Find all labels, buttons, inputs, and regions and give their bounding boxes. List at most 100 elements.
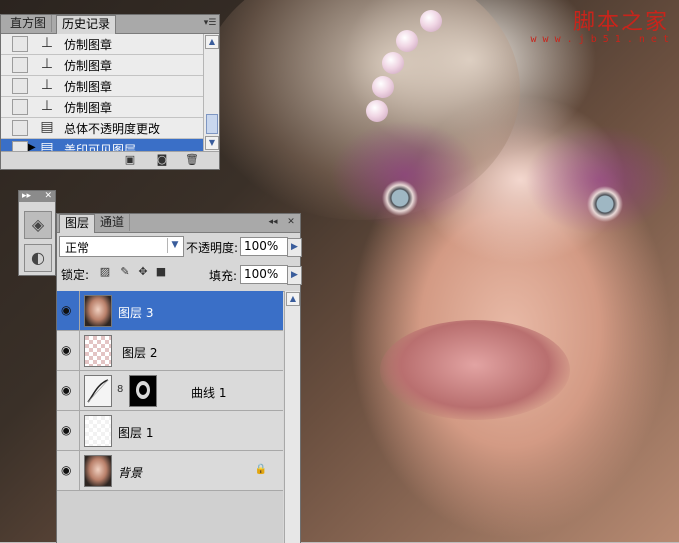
mini-panel-dock: ▸▸ ✕ ◈ ◐ — [18, 190, 56, 276]
left-eye — [365, 180, 435, 216]
snapshot-checkbox[interactable] — [12, 36, 28, 52]
lock-label: 锁定: — [61, 268, 90, 282]
layer-thumbnail — [84, 335, 112, 367]
chevron-down-icon[interactable]: ▼ — [167, 238, 182, 253]
document-icon: ▤ — [40, 119, 54, 135]
history-list: ⊥ 仿制图章 ⊥ 仿制图章 ⊥ 仿制图章 ⊥ 仿制图章 ▤ 总体不透明度更改 ▶… — [1, 34, 204, 151]
close-icon[interactable]: ✕ — [44, 191, 52, 202]
history-item[interactable]: ⊥ 仿制图章 — [1, 34, 204, 55]
layers-panel: 图层 通道 ◂◂ ✕ 正常 ▼ 不透明度: 100% ▶ 锁定: ▨ ✎ ✥ ■… — [56, 213, 302, 543]
history-item[interactable]: ⊥ 仿制图章 — [1, 76, 204, 97]
history-item-label: 仿制图章 — [64, 59, 113, 73]
layer-row[interactable]: ◉ 8 曲线 1 — [57, 371, 283, 411]
fill-label: 填充: — [209, 269, 238, 283]
snapshot-checkbox[interactable] — [12, 120, 28, 136]
close-icon[interactable]: ✕ — [284, 217, 298, 228]
history-item-label: 仿制图章 — [64, 101, 113, 115]
watermark-title: 脚本之家 — [572, 10, 669, 35]
visibility-toggle[interactable]: ◉ — [57, 371, 80, 410]
tab-channels[interactable]: 通道 — [95, 214, 131, 231]
history-scrollbar[interactable]: ▲ ▼ — [203, 34, 219, 151]
visibility-toggle[interactable]: ◉ — [57, 331, 80, 370]
lock-all-icon[interactable]: ■ — [155, 266, 167, 278]
layer-row[interactable]: ◉ 背景 🔒 — [57, 451, 283, 491]
layer-row[interactable]: ◉ 图层 2 — [57, 331, 283, 371]
fill-field[interactable]: 100% ▶ — [240, 265, 302, 285]
delete-icon[interactable]: 🗑 — [185, 154, 199, 166]
history-item-selected[interactable]: ▶ ▤ 盖印可见图层 — [1, 139, 204, 151]
tab-histogram[interactable]: 直方图 — [5, 15, 53, 32]
layer-options: 正常 ▼ 不透明度: 100% ▶ 锁定: ▨ ✎ ✥ ■ 填充: 100% ▶ — [57, 233, 302, 292]
right-eye — [570, 186, 640, 222]
scroll-thumb[interactable] — [206, 114, 218, 134]
history-panel: 直方图 历史记录 ▾☰ ⊥ 仿制图章 ⊥ 仿制图章 ⊥ 仿制图章 ⊥ 仿制图章 … — [0, 14, 220, 170]
scroll-up-icon[interactable]: ▲ — [286, 292, 300, 306]
mini-panel-header: ▸▸ ✕ — [19, 191, 55, 202]
snapshot-checkbox[interactable] — [12, 78, 28, 94]
link-chain-icon[interactable]: 8 — [117, 384, 123, 395]
hair-bead — [420, 10, 442, 32]
layer-mask-thumbnail[interactable] — [129, 375, 157, 407]
layer-thumbnail — [84, 295, 112, 327]
visibility-toggle[interactable]: ◉ — [57, 451, 80, 490]
layer-name[interactable]: 图层 2 — [122, 344, 157, 361]
lock-icon: 🔒 — [254, 464, 267, 475]
lock-position-move-icon[interactable]: ✥ — [137, 266, 149, 278]
fill-value: 100% — [244, 267, 279, 281]
new-document-from-state-icon[interactable]: ▣ — [123, 154, 137, 166]
opacity-slider-arrow-icon[interactable]: ▶ — [287, 238, 302, 257]
history-item[interactable]: ⊥ 仿制图章 — [1, 55, 204, 76]
layer-thumbnail — [84, 415, 112, 447]
blend-mode-select[interactable]: 正常 ▼ — [59, 236, 184, 257]
history-item[interactable]: ⊥ 仿制图章 — [1, 97, 204, 118]
eye-icon: ◉ — [61, 343, 72, 357]
eye-icon: ◉ — [61, 423, 72, 437]
snapshot-checkbox[interactable] — [12, 141, 28, 151]
eye-icon: ◉ — [61, 383, 72, 397]
layer-name[interactable]: 背景 — [118, 464, 142, 481]
opacity-label: 不透明度: — [186, 241, 239, 255]
snapshot-checkbox[interactable] — [12, 99, 28, 115]
scroll-down-icon[interactable]: ▼ — [205, 136, 219, 150]
history-item-label: 仿制图章 — [64, 80, 113, 94]
clone-stamp-icon: ⊥ — [40, 35, 54, 51]
visibility-toggle[interactable]: ◉ — [57, 291, 80, 330]
history-state-arrow-icon: ▶ — [28, 142, 36, 151]
layer-row[interactable]: ◉ 图层 1 — [57, 411, 283, 451]
lips — [380, 320, 570, 420]
snapshot-checkbox[interactable] — [12, 57, 28, 73]
lock-transparent-icon[interactable]: ▨ — [99, 266, 111, 278]
layer-list: ◉ 图层 3 ◉ 图层 2 ◉ 8 曲线 1 ◉ 图层 1 ◉ 背景 🔒 — [57, 291, 283, 543]
scroll-up-icon[interactable]: ▲ — [205, 35, 219, 49]
panel-menu-icon[interactable]: ▾☰ — [203, 18, 217, 29]
history-item[interactable]: ▤ 总体不透明度更改 — [1, 118, 204, 139]
channels-panel-icon[interactable]: ◐ — [24, 244, 52, 272]
clone-stamp-icon: ⊥ — [40, 77, 54, 93]
eye-icon: ◉ — [61, 303, 72, 317]
layers-scrollbar[interactable]: ▲ — [284, 291, 300, 543]
collapse-icon[interactable]: ◂◂ — [266, 217, 280, 228]
blend-mode-value: 正常 — [65, 241, 90, 255]
layer-name[interactable]: 图层 1 — [118, 424, 153, 441]
layer-name[interactable]: 曲线 1 — [191, 384, 226, 401]
opacity-field[interactable]: 100% ▶ — [240, 237, 302, 257]
fill-slider-arrow-icon[interactable]: ▶ — [287, 266, 302, 285]
visibility-toggle[interactable]: ◉ — [57, 411, 80, 450]
hair-bead — [366, 100, 388, 122]
tab-history[interactable]: 历史记录 — [56, 15, 117, 34]
history-item-label: 盖印可见图层 — [64, 143, 137, 151]
layers-panel-icon[interactable]: ◈ — [24, 211, 52, 239]
clone-stamp-icon: ⊥ — [40, 98, 54, 114]
history-tabbar: 直方图 历史记录 ▾☰ — [1, 15, 219, 34]
collapse-icon[interactable]: ▸▸ — [22, 191, 31, 202]
layers-tabbar: 图层 通道 ◂◂ ✕ — [57, 214, 300, 233]
tab-layers[interactable]: 图层 — [59, 214, 96, 233]
lock-image-brush-icon[interactable]: ✎ — [119, 266, 131, 278]
curves-adjustment-icon — [84, 375, 112, 407]
eye-icon: ◉ — [61, 463, 72, 477]
layer-name[interactable]: 图层 3 — [118, 304, 153, 321]
layer-row-selected[interactable]: ◉ 图层 3 — [57, 291, 283, 331]
new-snapshot-icon[interactable]: ◙ — [155, 154, 169, 166]
clone-stamp-icon: ⊥ — [40, 56, 54, 72]
document-icon: ▤ — [40, 140, 54, 151]
